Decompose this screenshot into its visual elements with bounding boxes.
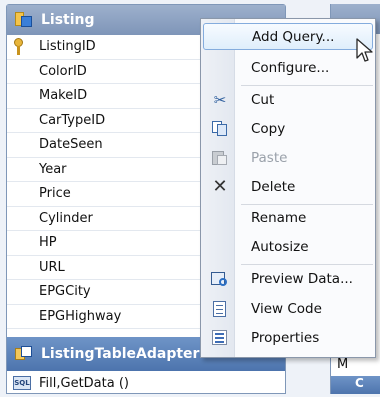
datatable-icon — [15, 12, 33, 28]
menu-item-cut[interactable]: ✂ Cut — [203, 87, 373, 114]
menu-item-autosize[interactable]: Autosize — [203, 234, 373, 261]
menu-item-label: Cut — [251, 92, 275, 108]
query-name: Fill,GetData () — [39, 375, 129, 391]
menu-item-label: Add Query... — [252, 29, 335, 45]
preview-data-icon — [211, 271, 229, 287]
paste-icon — [211, 150, 229, 166]
column-name: Year — [39, 161, 67, 177]
view-code-icon — [211, 301, 229, 317]
menu-item-paste: Paste — [203, 145, 373, 172]
menu-item-label: Paste — [251, 150, 288, 166]
menu-item-configure[interactable]: Configure... — [203, 55, 373, 82]
menu-item-copy[interactable]: Copy — [203, 116, 373, 143]
menu-item-label: Properties — [251, 330, 320, 346]
delete-icon: ✕ — [212, 176, 228, 197]
tableadapter-icon — [15, 346, 33, 362]
column-name: ListingID — [39, 39, 96, 54]
primary-key-icon — [13, 38, 25, 56]
menu-item-preview-data[interactable]: Preview Data... — [203, 266, 373, 293]
menu-item-add-query[interactable]: Add Query... — [203, 23, 373, 50]
copy-icon — [211, 121, 229, 137]
menu-item-label: Rename — [251, 210, 307, 226]
column-name: CarTypeID — [39, 112, 106, 128]
tableadapter-title: ListingTableAdapter — [41, 346, 200, 362]
sql-icon: SQL — [13, 376, 31, 390]
menu-item-properties[interactable]: Properties — [203, 325, 373, 352]
menu-separator — [241, 85, 373, 86]
background-partial-header: C — [331, 376, 380, 394]
column-name: EPGHighway — [39, 308, 122, 324]
menu-item-label: Delete — [251, 179, 296, 195]
column-name: URL — [39, 259, 65, 275]
menu-item-label: Copy — [251, 121, 286, 137]
menu-item-rename[interactable]: Rename — [203, 205, 373, 232]
column-name: DateSeen — [39, 137, 103, 152]
column-name: ColorID — [39, 63, 87, 79]
menu-item-label: Autosize — [251, 239, 309, 255]
menu-item-view-code[interactable]: View Code — [203, 296, 373, 323]
column-name: Cylinder — [39, 210, 93, 226]
query-row[interactable]: SQL Fill,GetData () — [7, 371, 285, 395]
column-name: EPGCity — [39, 284, 91, 299]
scissors-icon: ✂ — [213, 91, 227, 109]
mouse-cursor-icon — [356, 38, 373, 62]
menu-item-delete[interactable]: ✕ Delete — [203, 174, 373, 201]
column-name: MakeID — [39, 88, 88, 103]
column-name: Price — [39, 186, 71, 201]
menu-item-label: Preview Data... — [251, 271, 353, 287]
context-menu: Add Query... Configure... ✂ Cut Copy Pas… — [200, 18, 376, 358]
menu-item-label: Configure... — [251, 60, 330, 76]
column-name: HP — [39, 235, 57, 250]
menu-item-label: View Code — [251, 301, 322, 317]
datatable-title: Listing — [41, 12, 95, 28]
menu-separator — [241, 264, 373, 265]
properties-icon — [211, 330, 229, 346]
